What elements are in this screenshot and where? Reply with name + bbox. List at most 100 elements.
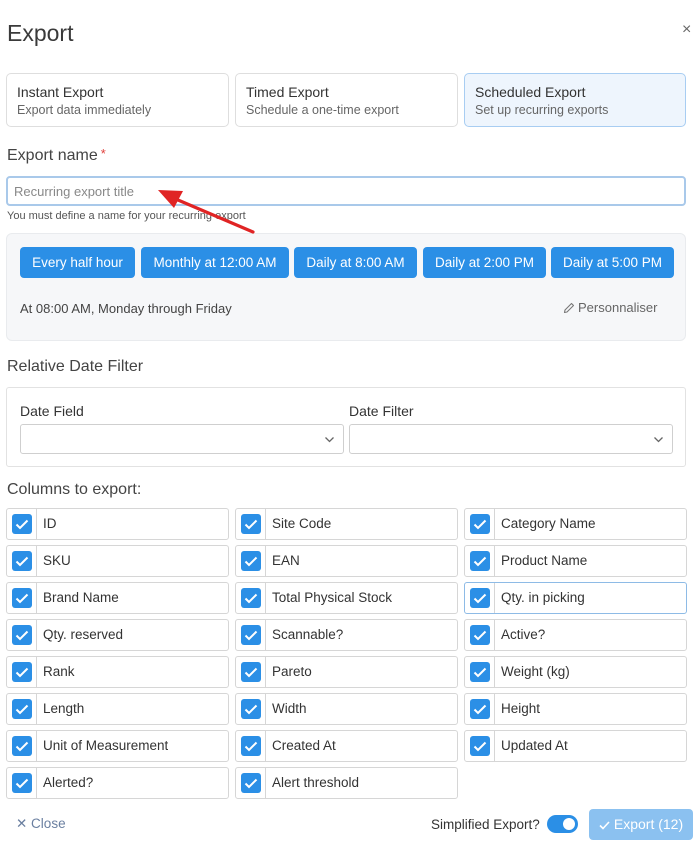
- export-type-scheduled[interactable]: Scheduled Export Set up recurring export…: [464, 73, 686, 127]
- date-field-label: Date Field: [20, 403, 84, 419]
- column-checkbox[interactable]: [11, 662, 32, 682]
- export-type-title: Instant Export: [17, 84, 104, 100]
- column-checkbox-cell[interactable]: [236, 768, 266, 798]
- column-checkbox-cell[interactable]: [465, 509, 495, 539]
- column-checkbox[interactable]: [469, 625, 490, 645]
- column-option[interactable]: Unit of Measurement: [6, 730, 229, 762]
- column-option[interactable]: Updated At: [464, 730, 687, 762]
- check-icon: [15, 556, 28, 566]
- column-checkbox[interactable]: [469, 514, 490, 534]
- column-option[interactable]: Created At: [235, 730, 458, 762]
- preset-daily-2pm[interactable]: Daily at 2:00 PM: [423, 247, 546, 278]
- export-type-timed[interactable]: Timed Export Schedule a one-time export: [235, 73, 458, 127]
- column-checkbox-cell[interactable]: [465, 731, 495, 761]
- column-option[interactable]: Site Code: [235, 508, 458, 540]
- preset-daily-5pm[interactable]: Daily at 5:00 PM: [551, 247, 674, 278]
- column-checkbox[interactable]: [11, 514, 32, 534]
- column-checkbox-cell[interactable]: [465, 546, 495, 576]
- column-option[interactable]: Total Physical Stock: [235, 582, 458, 614]
- column-checkbox-cell[interactable]: [236, 620, 266, 650]
- column-option[interactable]: Alert threshold: [235, 767, 458, 799]
- column-checkbox[interactable]: [11, 699, 32, 719]
- column-option[interactable]: Scannable?: [235, 619, 458, 651]
- column-option[interactable]: Alerted?: [6, 767, 229, 799]
- column-checkbox[interactable]: [240, 773, 261, 793]
- column-option[interactable]: Qty. reserved: [6, 619, 229, 651]
- column-option[interactable]: SKU: [6, 545, 229, 577]
- column-checkbox-cell[interactable]: [7, 546, 37, 576]
- column-checkbox-cell[interactable]: [7, 509, 37, 539]
- check-icon: [15, 667, 28, 677]
- column-checkbox[interactable]: [240, 662, 261, 682]
- column-option[interactable]: Product Name: [464, 545, 687, 577]
- column-checkbox-cell[interactable]: [236, 583, 266, 613]
- column-checkbox[interactable]: [11, 625, 32, 645]
- export-name-label-text: Export name: [7, 147, 98, 164]
- column-checkbox-cell[interactable]: [7, 583, 37, 613]
- column-checkbox[interactable]: [11, 736, 32, 756]
- column-option[interactable]: Width: [235, 693, 458, 725]
- column-option[interactable]: Active?: [464, 619, 687, 651]
- check-icon: [473, 556, 486, 566]
- column-checkbox-cell[interactable]: [236, 546, 266, 576]
- column-checkbox[interactable]: [11, 588, 32, 608]
- column-checkbox[interactable]: [469, 736, 490, 756]
- column-option[interactable]: Brand Name: [6, 582, 229, 614]
- column-option[interactable]: Category Name: [464, 508, 687, 540]
- column-label: Site Code: [272, 516, 332, 531]
- column-option[interactable]: EAN: [235, 545, 458, 577]
- column-option[interactable]: Qty. in picking: [464, 582, 687, 614]
- column-option[interactable]: Pareto: [235, 656, 458, 688]
- column-checkbox[interactable]: [11, 773, 32, 793]
- column-checkbox-cell[interactable]: [7, 694, 37, 724]
- column-checkbox[interactable]: [240, 699, 261, 719]
- column-checkbox-cell[interactable]: [236, 694, 266, 724]
- column-label: Length: [43, 701, 85, 716]
- preset-every-half-hour[interactable]: Every half hour: [20, 247, 135, 278]
- column-checkbox-cell[interactable]: [7, 620, 37, 650]
- column-option[interactable]: ID: [6, 508, 229, 540]
- column-checkbox[interactable]: [240, 551, 261, 571]
- column-option[interactable]: Weight (kg): [464, 656, 687, 688]
- column-checkbox-cell[interactable]: [236, 731, 266, 761]
- column-checkbox-cell[interactable]: [465, 583, 495, 613]
- export-button[interactable]: Export (12): [589, 809, 693, 840]
- column-checkbox-cell[interactable]: [7, 768, 37, 798]
- column-option[interactable]: Rank: [6, 656, 229, 688]
- check-icon: [473, 667, 486, 677]
- column-checkbox-cell[interactable]: [7, 731, 37, 761]
- check-icon: [244, 704, 257, 714]
- pencil-icon: [563, 302, 575, 314]
- close-button[interactable]: ✕ Close: [16, 816, 66, 832]
- export-type-instant[interactable]: Instant Export Export data immediately: [6, 73, 229, 127]
- date-filter-select[interactable]: [349, 424, 673, 454]
- date-field-select[interactable]: [20, 424, 344, 454]
- export-type-subtitle: Export data immediately: [17, 103, 152, 117]
- column-checkbox-cell[interactable]: [465, 657, 495, 687]
- customize-label: Personnaliser: [578, 300, 658, 315]
- close-icon[interactable]: ×: [682, 22, 691, 38]
- column-label: Scannable?: [272, 627, 344, 642]
- column-checkbox[interactable]: [240, 625, 261, 645]
- column-option[interactable]: Length: [6, 693, 229, 725]
- column-checkbox[interactable]: [469, 662, 490, 682]
- column-checkbox[interactable]: [240, 588, 261, 608]
- column-checkbox-cell[interactable]: [236, 509, 266, 539]
- column-checkbox[interactable]: [240, 514, 261, 534]
- export-name-input[interactable]: [6, 176, 686, 206]
- column-option[interactable]: Height: [464, 693, 687, 725]
- preset-daily-8am[interactable]: Daily at 8:00 AM: [294, 247, 417, 278]
- column-label: Qty. reserved: [43, 627, 124, 642]
- column-checkbox-cell[interactable]: [465, 620, 495, 650]
- column-checkbox-cell[interactable]: [236, 657, 266, 687]
- column-checkbox-cell[interactable]: [465, 694, 495, 724]
- column-checkbox[interactable]: [469, 699, 490, 719]
- simplified-export-toggle[interactable]: [547, 815, 578, 833]
- column-checkbox[interactable]: [11, 551, 32, 571]
- column-checkbox-cell[interactable]: [7, 657, 37, 687]
- column-checkbox[interactable]: [469, 551, 490, 571]
- preset-monthly-midnight[interactable]: Monthly at 12:00 AM: [141, 247, 289, 278]
- column-checkbox[interactable]: [240, 736, 261, 756]
- column-checkbox[interactable]: [469, 588, 490, 608]
- customize-link[interactable]: Personnaliser: [563, 300, 658, 315]
